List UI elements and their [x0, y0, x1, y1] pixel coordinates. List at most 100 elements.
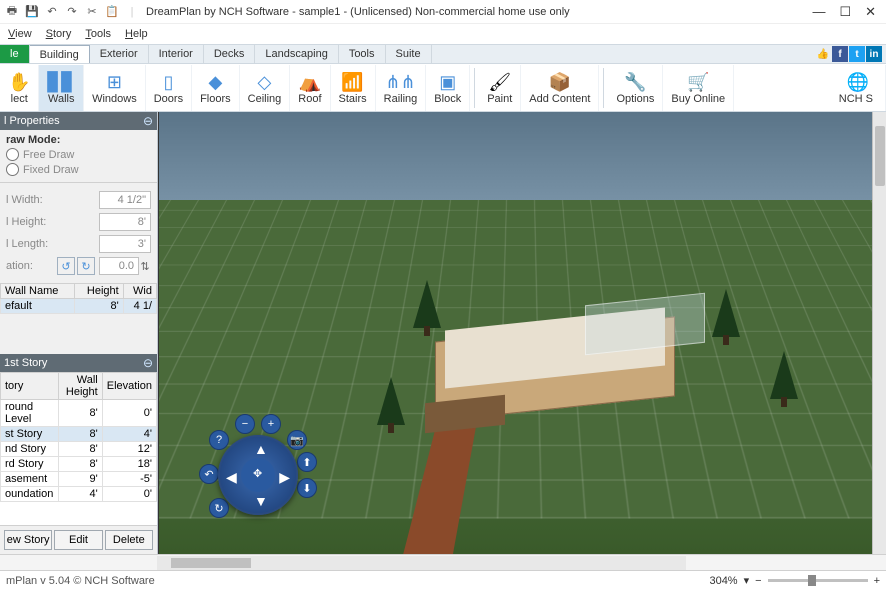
rotation-input[interactable] — [99, 257, 139, 275]
length-input[interactable] — [99, 235, 151, 253]
nav-up-icon[interactable]: ⬆ — [297, 452, 317, 472]
cut-icon[interactable]: ✂ — [84, 4, 100, 20]
stairs-icon: 📶 — [341, 71, 363, 93]
table-row[interactable]: nd Story8'12' — [1, 442, 157, 457]
height-input[interactable] — [99, 213, 151, 231]
undo-icon[interactable]: ↶ — [44, 4, 60, 20]
edit-story-button[interactable]: Edit — [54, 530, 102, 550]
window-icon: ⊞ — [107, 71, 122, 93]
redo-icon[interactable]: ↷ — [64, 4, 80, 20]
nav-rotate-left-icon[interactable]: ↶ — [199, 464, 219, 484]
close-button[interactable]: ✕ — [865, 4, 876, 20]
tab-building[interactable]: Building — [30, 45, 90, 63]
ribbon-add-content[interactable]: 📦Add Content — [521, 65, 599, 111]
walls-icon: ▊▊ — [47, 71, 75, 93]
menubar: View Story Tools Help — [0, 24, 886, 44]
ribbon-doors[interactable]: ▯Doors — [146, 65, 192, 111]
nav-zoom-out-icon[interactable]: − — [235, 414, 255, 434]
stepper-icon[interactable]: ⇅ — [139, 260, 151, 273]
table-row[interactable]: round Level8'0' — [1, 400, 157, 427]
tab-exterior[interactable]: Exterior — [90, 45, 149, 63]
linkedin-icon[interactable]: in — [866, 46, 882, 62]
house-model[interactable] — [435, 289, 715, 429]
menu-help[interactable]: Help — [125, 28, 148, 40]
nav-rotate-right-icon[interactable]: ↻ — [209, 498, 229, 518]
railing-icon: ⋔⋔ — [385, 71, 415, 93]
table-row[interactable]: efault8'4 1/ — [1, 299, 157, 314]
ribbon-walls[interactable]: ▊▊Walls — [39, 65, 84, 111]
save-icon[interactable]: 💾 — [24, 4, 40, 20]
properties-header[interactable]: l Properties ⊖ — [0, 112, 157, 130]
tab-tools[interactable]: Tools — [339, 45, 386, 63]
nav-camera-icon[interactable]: 📷 — [287, 430, 307, 450]
facebook-icon[interactable]: f — [832, 46, 848, 62]
new-story-button[interactable]: ew Story — [4, 530, 52, 550]
tab-interior[interactable]: Interior — [149, 45, 204, 63]
ribbon-stairs[interactable]: 📶Stairs — [331, 65, 376, 111]
story-header[interactable]: 1st Story ⊖ — [0, 354, 157, 372]
free-draw-radio[interactable]: Free Draw — [6, 148, 151, 161]
window-title: DreamPlan by NCH Software - sample1 - (U… — [146, 6, 812, 18]
paint-icon: 🖌 — [488, 71, 511, 93]
tab-decks[interactable]: Decks — [204, 45, 256, 63]
rotate-ccw-icon[interactable]: ↺ — [57, 257, 75, 275]
ribbon-railing[interactable]: ⋔⋔Railing — [376, 65, 427, 111]
ribbon-floors[interactable]: ◆Floors — [192, 65, 240, 111]
table-row[interactable]: rd Story8'18' — [1, 457, 157, 472]
nav-zoom-in-icon[interactable]: + — [261, 414, 281, 434]
version-label: mPlan v 5.04 © NCH Software — [6, 575, 709, 587]
navigation-wheel[interactable]: − + ? 📷 ↶ ⬆ ⬇ ↻ ▲ ▼ ◀ ▶ ✥ — [203, 420, 313, 530]
like-icon[interactable]: 👍 — [815, 46, 831, 62]
table-row[interactable]: asement9'-5' — [1, 472, 157, 487]
rotation-label: ation: — [6, 260, 57, 272]
ribbon-options[interactable]: 🔧Options — [608, 65, 663, 111]
cart-icon: 🛒 — [687, 71, 709, 93]
table-row[interactable]: oundation4'0' — [1, 487, 157, 502]
story-title: 1st Story — [4, 357, 47, 369]
vertical-scrollbar[interactable] — [872, 112, 886, 554]
tab-file[interactable]: le — [0, 45, 30, 63]
table-row[interactable]: st Story8'4' — [1, 427, 157, 442]
maximize-button[interactable]: ☐ — [839, 4, 851, 20]
delete-story-button[interactable]: Delete — [105, 530, 153, 550]
zoom-out-button[interactable]: − — [755, 575, 761, 587]
add-content-icon: 📦 — [549, 71, 571, 93]
rotate-cw-icon[interactable]: ↻ — [77, 257, 95, 275]
block-icon: ▣ — [439, 71, 456, 93]
ribbon: ✋lect ▊▊Walls ⊞Windows ▯Doors ◆Floors ◇C… — [0, 64, 886, 112]
minimize-button[interactable]: — — [812, 4, 825, 20]
ribbon-windows[interactable]: ⊞Windows — [84, 65, 146, 111]
cursor-icon: ✋ — [8, 71, 30, 93]
paste-icon[interactable]: 📋 — [104, 4, 120, 20]
twitter-icon[interactable]: t — [849, 46, 865, 62]
nch-icon: 🌐 — [847, 71, 869, 93]
zoom-slider[interactable] — [768, 579, 868, 582]
horizontal-scrollbar[interactable] — [157, 556, 686, 570]
zoom-value: 304% — [709, 575, 737, 587]
ribbon-nch[interactable]: 🌐NCH S — [831, 65, 886, 111]
menu-story[interactable]: Story — [46, 28, 72, 40]
ribbon-paint[interactable]: 🖌Paint — [479, 65, 521, 111]
story-table: toryWall HeightElevation round Level8'0'… — [0, 372, 157, 502]
tab-suite[interactable]: Suite — [386, 45, 432, 63]
nav-center-icon[interactable]: ✥ — [241, 458, 275, 492]
collapse-icon[interactable]: ⊖ — [143, 114, 153, 128]
ribbon-buy-online[interactable]: 🛒Buy Online — [663, 65, 734, 111]
nav-down-icon[interactable]: ⬇ — [297, 478, 317, 498]
collapse-icon[interactable]: ⊖ — [143, 356, 153, 370]
ribbon-roof[interactable]: ⛺Roof — [290, 65, 330, 111]
menu-tools[interactable]: Tools — [85, 28, 111, 40]
menu-view[interactable]: View — [8, 28, 32, 40]
viewport-3d[interactable]: − + ? 📷 ↶ ⬆ ⬇ ↻ ▲ ▼ ◀ ▶ ✥ — [158, 112, 886, 554]
floor-icon: ◆ — [208, 71, 222, 93]
print-icon[interactable]: 🖶 — [4, 4, 20, 20]
zoom-dropdown-icon[interactable]: ▾ — [744, 574, 750, 587]
zoom-in-button[interactable]: + — [874, 575, 880, 587]
ribbon-select[interactable]: ✋lect — [0, 65, 39, 111]
tab-landscaping[interactable]: Landscaping — [255, 45, 338, 63]
ribbon-block[interactable]: ▣Block — [426, 65, 470, 111]
fixed-draw-radio[interactable]: Fixed Draw — [6, 163, 151, 176]
width-input[interactable] — [99, 191, 151, 209]
nav-help-icon[interactable]: ? — [209, 430, 229, 450]
ribbon-ceiling[interactable]: ◇Ceiling — [240, 65, 291, 111]
